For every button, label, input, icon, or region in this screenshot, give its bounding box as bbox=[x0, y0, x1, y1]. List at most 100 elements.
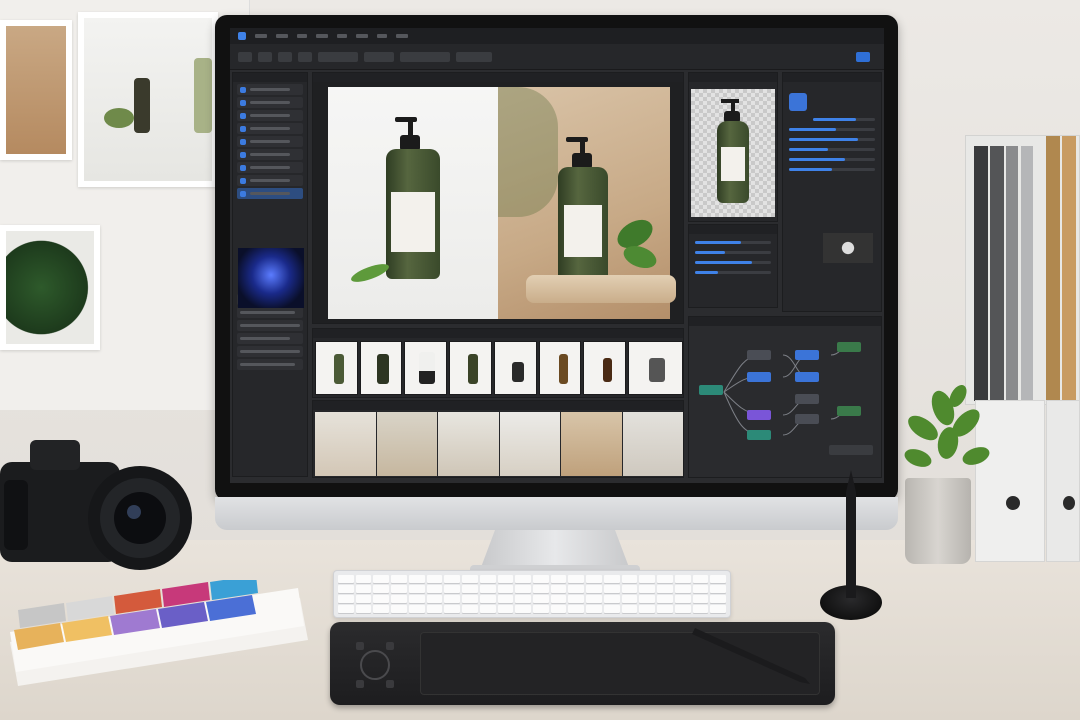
menu-item-5[interactable] bbox=[337, 34, 347, 38]
layer-row[interactable] bbox=[237, 84, 303, 95]
layer-name-placeholder bbox=[250, 140, 290, 143]
tool-option[interactable] bbox=[318, 51, 358, 62]
layer-row-selected[interactable] bbox=[237, 188, 303, 199]
canvas-panel-title bbox=[313, 73, 683, 82]
binder-shelf bbox=[965, 135, 1080, 405]
layer-icon bbox=[240, 138, 246, 145]
layer-name-placeholder bbox=[250, 88, 290, 91]
adjust-slider[interactable] bbox=[695, 261, 771, 264]
node-input[interactable] bbox=[699, 385, 723, 395]
scene-thumb[interactable] bbox=[499, 412, 560, 476]
property-slider[interactable] bbox=[789, 168, 875, 171]
preview-panel bbox=[688, 72, 778, 222]
asset-thumbnails bbox=[315, 341, 683, 395]
layer-icon bbox=[240, 125, 246, 132]
node-process[interactable] bbox=[747, 350, 771, 360]
scene-thumb[interactable] bbox=[622, 412, 683, 476]
asset-thumb[interactable] bbox=[315, 341, 358, 395]
adjustments-panel bbox=[688, 224, 778, 308]
tool-button[interactable] bbox=[298, 51, 312, 62]
property-placeholder bbox=[240, 363, 295, 366]
adjustments-title bbox=[689, 225, 777, 234]
menu-item-3[interactable] bbox=[297, 34, 307, 38]
menu-item-1[interactable] bbox=[255, 34, 267, 38]
effect-thumbnail[interactable] bbox=[789, 93, 807, 111]
layer-row[interactable] bbox=[237, 123, 303, 134]
asset-thumb[interactable] bbox=[449, 341, 492, 395]
asset-thumb[interactable] bbox=[493, 341, 537, 395]
share-button[interactable] bbox=[856, 51, 870, 62]
mood-photo-leaf bbox=[0, 225, 100, 350]
scene-thumb[interactable] bbox=[438, 412, 499, 476]
tool-button[interactable] bbox=[258, 51, 272, 62]
property-row[interactable] bbox=[237, 320, 303, 331]
node-output[interactable] bbox=[795, 414, 819, 424]
scene-thumb[interactable] bbox=[315, 412, 376, 476]
scene-thumbnails bbox=[315, 412, 683, 476]
layer-row[interactable] bbox=[237, 110, 303, 121]
assets-strip bbox=[312, 328, 684, 398]
tool-option[interactable] bbox=[456, 51, 492, 62]
tool-option[interactable] bbox=[400, 51, 450, 62]
property-row[interactable] bbox=[237, 346, 303, 357]
property-slider[interactable] bbox=[789, 138, 875, 141]
asset-thumb[interactable] bbox=[628, 341, 683, 395]
brush-preview[interactable] bbox=[238, 248, 304, 308]
tool-option[interactable] bbox=[364, 51, 394, 62]
node-final[interactable] bbox=[837, 406, 861, 416]
app-logo-icon[interactable] bbox=[238, 32, 246, 40]
node-final[interactable] bbox=[837, 342, 861, 352]
layer-row[interactable] bbox=[237, 175, 303, 186]
layer-row[interactable] bbox=[237, 136, 303, 147]
asset-thumb[interactable] bbox=[404, 341, 448, 395]
scene-thumb[interactable] bbox=[561, 412, 622, 476]
property-slider[interactable] bbox=[789, 148, 875, 151]
property-placeholder bbox=[240, 350, 300, 353]
node-output[interactable] bbox=[795, 394, 819, 404]
render-button[interactable] bbox=[829, 445, 873, 455]
canvas-image-warm[interactable] bbox=[498, 87, 676, 319]
scene-thumb[interactable] bbox=[376, 412, 437, 476]
node-process[interactable] bbox=[747, 430, 771, 440]
property-slider[interactable] bbox=[789, 128, 875, 131]
property-slider[interactable] bbox=[813, 118, 875, 121]
property-slider[interactable] bbox=[789, 158, 875, 161]
layer-row[interactable] bbox=[237, 97, 303, 108]
tool-button[interactable] bbox=[278, 51, 292, 62]
transparent-preview[interactable] bbox=[691, 89, 775, 217]
plant-icon bbox=[898, 378, 993, 483]
adjust-slider[interactable] bbox=[695, 241, 771, 244]
node-process[interactable] bbox=[747, 410, 771, 420]
node-process[interactable] bbox=[747, 372, 771, 382]
properties-panel bbox=[782, 72, 882, 312]
node-output[interactable] bbox=[795, 372, 819, 382]
property-row[interactable] bbox=[237, 359, 303, 370]
adjust-slider[interactable] bbox=[695, 251, 771, 254]
canvas-image-white[interactable] bbox=[328, 87, 498, 319]
brush-tips[interactable] bbox=[823, 233, 873, 263]
property-placeholder bbox=[240, 324, 300, 327]
asset-thumb[interactable] bbox=[359, 341, 403, 395]
layer-row[interactable] bbox=[237, 149, 303, 160]
layers-panel-title bbox=[233, 73, 307, 82]
menu-item-7[interactable] bbox=[377, 34, 387, 38]
layer-row[interactable] bbox=[237, 162, 303, 173]
property-row[interactable] bbox=[237, 307, 303, 318]
property-row[interactable] bbox=[237, 333, 303, 344]
asset-thumb[interactable] bbox=[538, 341, 582, 395]
mood-photo-vase bbox=[78, 12, 218, 187]
stylus-icon bbox=[842, 470, 860, 598]
keyboard-keys bbox=[334, 571, 730, 617]
tool-button[interactable] bbox=[238, 51, 252, 62]
menu-item-8[interactable] bbox=[396, 34, 408, 38]
preview-panel-title bbox=[689, 73, 777, 82]
mood-board bbox=[0, 0, 250, 410]
asset-thumb[interactable] bbox=[583, 341, 627, 395]
menu-item-2[interactable] bbox=[276, 34, 288, 38]
menu-item-6[interactable] bbox=[356, 34, 368, 38]
layer-icon bbox=[240, 86, 246, 93]
adjust-slider[interactable] bbox=[695, 271, 771, 274]
node-output[interactable] bbox=[795, 350, 819, 360]
assets-title bbox=[313, 329, 683, 338]
menu-item-4[interactable] bbox=[316, 34, 328, 38]
